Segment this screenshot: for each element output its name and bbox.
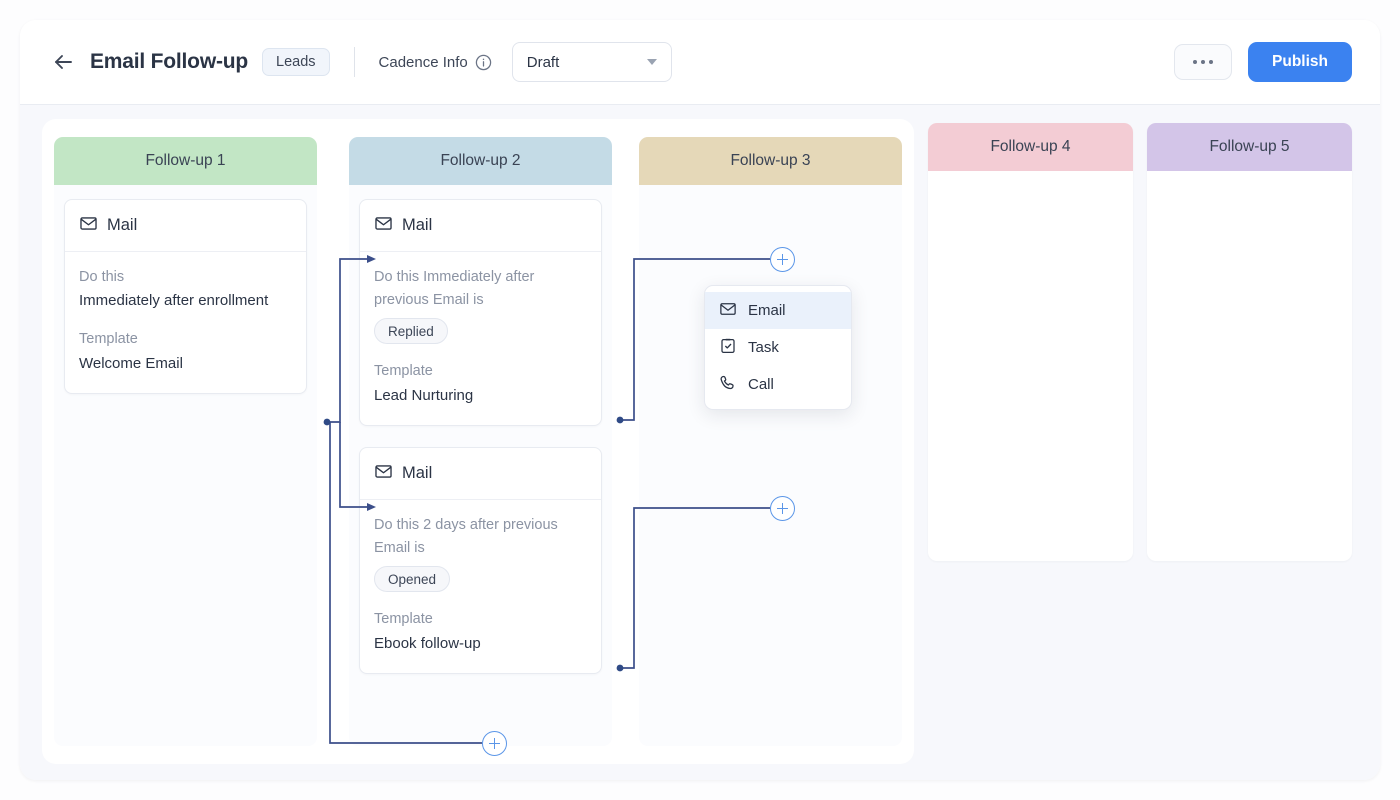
cadence-info-group: Cadence Info bbox=[379, 54, 492, 71]
column-header-followup-4: Follow-up 4 bbox=[928, 123, 1133, 171]
dropdown-item-task[interactable]: Task bbox=[705, 329, 851, 366]
timing-value: Immediately after enrollment bbox=[79, 292, 269, 310]
dot bbox=[1201, 60, 1206, 64]
mail-icon bbox=[374, 214, 393, 238]
column-followup-2: Follow-up 2 Mail Do this Immediately aft… bbox=[349, 137, 612, 746]
mail-icon bbox=[79, 214, 98, 238]
add-step-followup2-bottom-button[interactable] bbox=[482, 731, 507, 756]
column-header-followup-5: Follow-up 5 bbox=[1147, 123, 1352, 171]
chevron-down-icon bbox=[646, 59, 657, 65]
back-arrow-icon[interactable] bbox=[48, 47, 78, 77]
column-followup-3: Follow-up 3 bbox=[639, 137, 902, 746]
step-card-lead-nurturing[interactable]: Mail Do this Immediately after previous … bbox=[359, 199, 602, 426]
dropdown-item-label: Call bbox=[748, 376, 774, 393]
step-card-header: Mail bbox=[360, 448, 601, 500]
template-label: Template bbox=[79, 331, 138, 348]
page-header: Email Follow-up Leads Cadence Info Draft bbox=[20, 20, 1380, 105]
cadence-info-label: Cadence Info bbox=[378, 53, 468, 71]
step-type-label: Mail bbox=[107, 216, 138, 234]
info-circle-icon[interactable] bbox=[475, 54, 492, 71]
dropdown-item-label: Email bbox=[748, 302, 786, 319]
timing-label: Do this 2 days after previous Email is bbox=[374, 517, 558, 557]
column-header-followup-1: Follow-up 1 bbox=[54, 137, 317, 185]
column-followup-4: Follow-up 4 bbox=[928, 123, 1133, 561]
template-label: Template bbox=[374, 363, 433, 380]
step-card-welcome-email[interactable]: Mail Do this Immediately after enrollmen… bbox=[64, 199, 307, 394]
column-followup-5: Follow-up 5 bbox=[1147, 123, 1352, 561]
header-divider bbox=[353, 47, 355, 77]
column-header-followup-2: Follow-up 2 bbox=[349, 137, 612, 185]
step-card-body: Do this Immediately after enrollment Tem… bbox=[65, 252, 306, 393]
timing-label: Do this Immediately after previous Email… bbox=[374, 269, 535, 309]
step-type-dropdown-menu: Email Task Call bbox=[704, 285, 852, 410]
step-card-body: Do this Immediately after previous Email… bbox=[360, 252, 601, 425]
step-card-header: Mail bbox=[360, 200, 601, 252]
mail-icon bbox=[719, 300, 737, 322]
more-options-button[interactable] bbox=[1174, 44, 1233, 80]
add-step-followup3-top-button[interactable] bbox=[770, 247, 795, 272]
step-card-ebook-followup[interactable]: Mail Do this 2 days after previous Email… bbox=[359, 447, 602, 674]
mail-icon bbox=[374, 462, 393, 486]
task-checklist-icon bbox=[719, 337, 737, 359]
step-card-body: Do this 2 days after previous Email is O… bbox=[360, 500, 601, 673]
status-chip[interactable]: Replied bbox=[374, 318, 448, 345]
template-label: Template bbox=[374, 611, 433, 628]
template-value: Ebook follow-up bbox=[374, 634, 481, 652]
step-type-label: Mail bbox=[402, 216, 433, 234]
module-badge[interactable]: Leads bbox=[262, 48, 330, 76]
phone-icon bbox=[719, 374, 737, 396]
dot bbox=[1193, 60, 1198, 64]
status-chip[interactable]: Opened bbox=[374, 566, 451, 593]
column-followup-1: Follow-up 1 Mail Do this Immediately aft… bbox=[54, 137, 317, 746]
column-header-followup-3: Follow-up 3 bbox=[639, 137, 902, 185]
status-dropdown[interactable]: Draft bbox=[511, 42, 672, 82]
cadence-board: Follow-up 1 Mail Do this Immediately aft… bbox=[20, 105, 1380, 780]
add-step-followup3-bottom-button[interactable] bbox=[770, 496, 795, 521]
dropdown-item-label: Task bbox=[748, 339, 779, 356]
page-title: Email Follow-up bbox=[90, 50, 248, 73]
app-window: Email Follow-up Leads Cadence Info Draft bbox=[20, 20, 1380, 780]
header-actions: Publish bbox=[1174, 42, 1352, 82]
template-value: Welcome Email bbox=[79, 354, 183, 372]
dot bbox=[1209, 60, 1214, 64]
status-dropdown-value: Draft bbox=[526, 53, 560, 71]
publish-button[interactable]: Publish bbox=[1248, 42, 1352, 82]
timing-label: Do this bbox=[79, 269, 125, 285]
template-value: Lead Nurturing bbox=[374, 386, 474, 404]
board-stage: Follow-up 1 Mail Do this Immediately aft… bbox=[42, 119, 914, 764]
dropdown-item-email[interactable]: Email bbox=[705, 292, 851, 329]
dropdown-item-call[interactable]: Call bbox=[705, 366, 851, 403]
step-type-label: Mail bbox=[402, 464, 433, 482]
step-card-header: Mail bbox=[65, 200, 306, 252]
